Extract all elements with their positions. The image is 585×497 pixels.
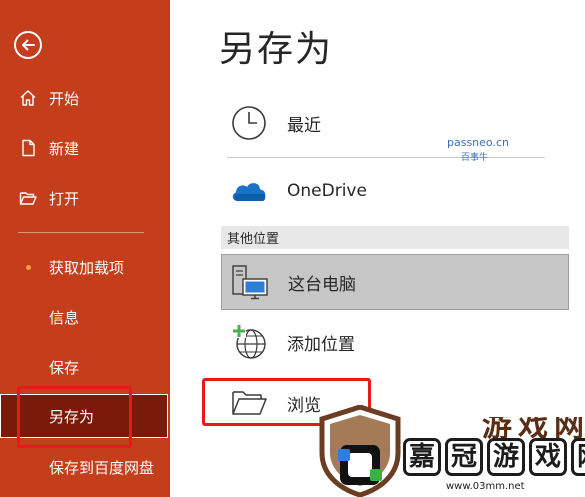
nav-item-label: 另存为 xyxy=(49,407,95,426)
location-onedrive[interactable]: OneDrive xyxy=(221,163,569,219)
location-label: OneDrive xyxy=(287,181,367,201)
sidebar-divider xyxy=(18,232,144,233)
bullet-dot xyxy=(26,265,31,270)
logo-characters: 嘉 冠 游 戏 网 xyxy=(403,438,585,476)
watermark-domain: passneo.cn xyxy=(447,136,509,149)
nav-item-label: 新建 xyxy=(49,139,80,158)
nav-item-new[interactable]: 新建 xyxy=(0,126,168,170)
nav-item-label: 打开 xyxy=(49,189,80,208)
nav-item-save[interactable]: 保存 xyxy=(0,345,168,389)
nav-item-open[interactable]: 打开 xyxy=(0,176,168,220)
logo-url: www.03mm.net xyxy=(446,481,525,492)
location-add-place[interactable]: 添加位置 xyxy=(221,314,569,370)
add-place-globe-icon xyxy=(225,318,273,366)
logo-char: 嘉 xyxy=(403,438,441,476)
home-icon xyxy=(18,88,38,108)
logo-char: 冠 xyxy=(445,438,483,476)
shield-logo-icon xyxy=(319,405,401,497)
open-folder-icon xyxy=(18,188,38,208)
browse-folder-icon xyxy=(225,379,273,427)
nav-item-label: 保存 xyxy=(49,358,80,377)
backstage-sidebar: 开始 新建 打开 获取加载项 信息 保存 另存为 保存到百度网盘 xyxy=(0,0,170,497)
nav-item-info[interactable]: 信息 xyxy=(0,295,168,339)
nav-item-get-addins[interactable]: 获取加载项 xyxy=(0,245,168,289)
location-label: 浏览 xyxy=(287,395,321,416)
clock-icon xyxy=(225,99,273,147)
nav-item-label: 保存到百度网盘 xyxy=(49,458,155,477)
location-recent[interactable]: 最近 xyxy=(221,95,569,151)
section-header-other-locations: 其他位置 xyxy=(221,226,569,249)
logo-char: 戏 xyxy=(529,438,567,476)
nav-item-save-to-baidu[interactable]: 保存到百度网盘 xyxy=(0,445,168,489)
page-title: 另存为 xyxy=(219,29,334,70)
new-document-icon xyxy=(18,138,38,158)
location-label: 这台电脑 xyxy=(288,274,356,295)
nav-item-home[interactable]: 开始 xyxy=(0,76,168,120)
back-arrow-circle-icon xyxy=(22,39,35,51)
location-label: 添加位置 xyxy=(287,334,355,355)
watermark-name: 百事牛 xyxy=(461,153,489,163)
logo-char: 网 xyxy=(571,438,585,476)
this-pc-icon xyxy=(226,258,274,306)
location-label: 最近 xyxy=(287,115,321,136)
nav-item-label: 信息 xyxy=(49,308,80,327)
back-button[interactable] xyxy=(14,31,42,59)
logo-char: 游 xyxy=(487,438,525,476)
location-this-pc[interactable]: 这台电脑 xyxy=(221,254,569,310)
nav-item-label: 获取加载项 xyxy=(49,258,125,277)
nav-item-label: 开始 xyxy=(49,89,80,108)
onedrive-cloud-icon xyxy=(225,167,273,215)
nav-item-save-as[interactable]: 另存为 xyxy=(0,394,168,438)
site-logo: 游戏网 嘉 冠 游 戏 网 www.03mm.net xyxy=(318,399,585,497)
list-divider xyxy=(227,157,545,158)
logo-banner: 游戏网 xyxy=(394,399,585,444)
